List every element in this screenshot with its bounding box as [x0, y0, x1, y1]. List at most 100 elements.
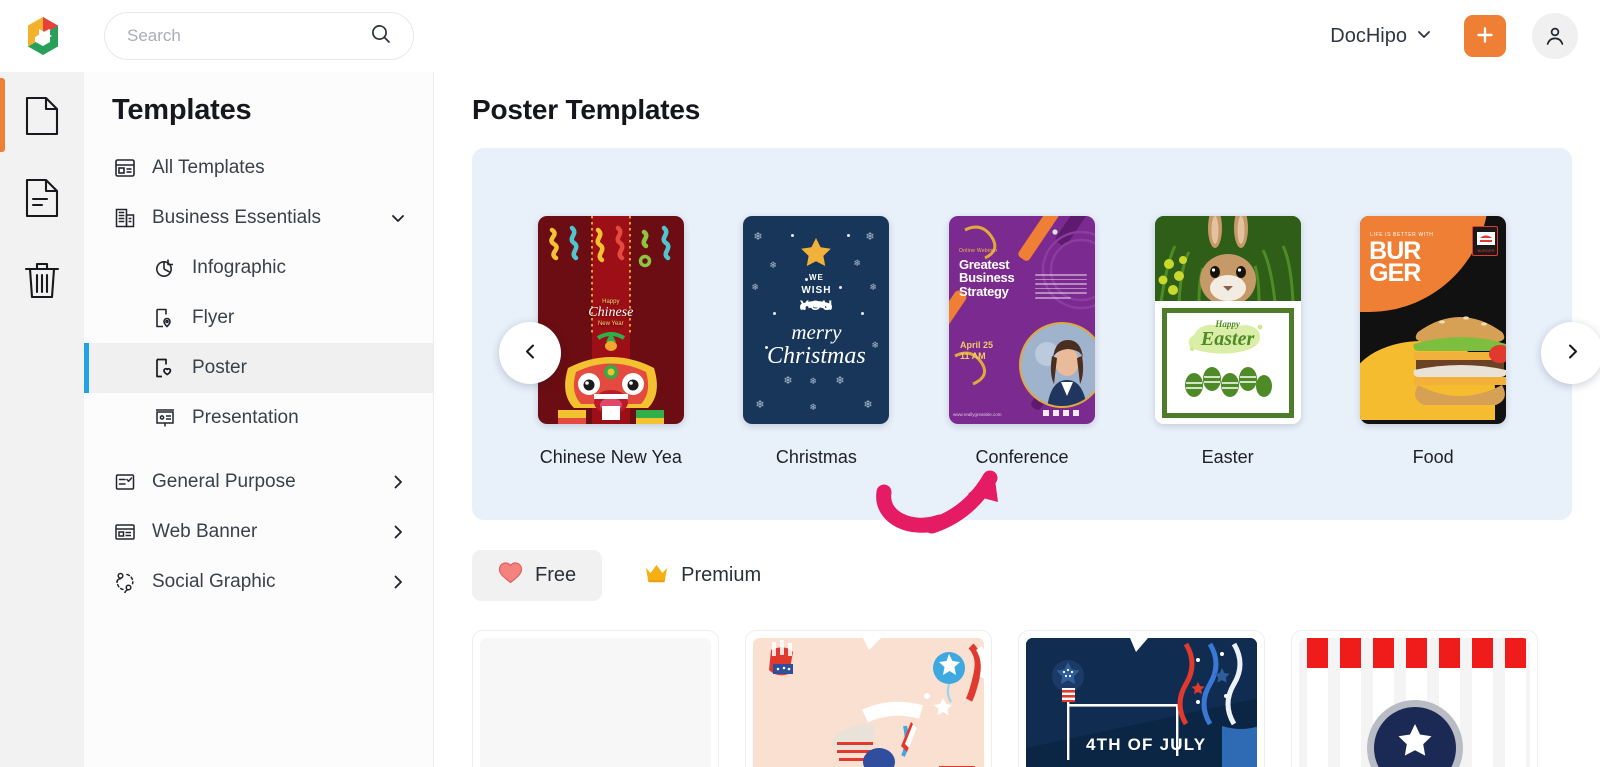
heart-icon — [498, 561, 523, 590]
template-card-4th-of-july[interactable]: 4TH OF JULY — [1018, 630, 1265, 767]
category-card-easter[interactable]: Happy Easter Easter — [1125, 216, 1331, 468]
price-filter-group: Free Premium — [472, 550, 1572, 601]
layout-grid-icon — [112, 157, 138, 179]
conference-date: April 25 11 AM — [960, 340, 993, 363]
chevron-right-icon — [1564, 343, 1581, 363]
sidebar-item-label: All Templates — [152, 157, 265, 178]
sidebar-item-infographic[interactable]: Infographic — [84, 243, 433, 293]
category-label: Food — [1412, 447, 1454, 467]
social-people-icon — [112, 571, 138, 593]
category-label: Easter — [1201, 447, 1254, 467]
carousel-track: Happy Chinese New Year Chinese New Yea ❄… — [472, 216, 1572, 468]
carousel-prev-button[interactable] — [499, 322, 561, 384]
filter-label: Free — [535, 564, 577, 586]
bunny-photo — [1154, 216, 1301, 302]
template-card-stripes-badge[interactable] — [1291, 630, 1538, 767]
sidebar-item-general-purpose[interactable]: General Purpose — [84, 457, 433, 507]
search-icon[interactable] — [369, 22, 393, 51]
sidebar-item-business-essentials[interactable]: Business Essentials — [84, 193, 433, 243]
rail-item-templates[interactable] — [14, 172, 70, 228]
search-box[interactable] — [104, 12, 414, 60]
template-card-blank[interactable] — [472, 630, 719, 767]
sidebar-item-flyer[interactable]: Flyer — [84, 293, 433, 343]
sidebar-item-web-banner[interactable]: Web Banner — [84, 507, 433, 557]
poster-heart-icon — [152, 357, 178, 379]
sidebar-item-label: General Purpose — [152, 471, 296, 492]
svg-text:www.reallygreatsite.com: www.reallygreatsite.com — [953, 412, 1002, 417]
category-card-food[interactable]: LIFE IS BETTER WITH BUR GER BURGER Food — [1330, 216, 1536, 468]
checklist-icon — [112, 471, 138, 493]
document-icon — [23, 95, 61, 142]
rail-item-trash[interactable] — [14, 254, 70, 310]
template-preview: 4TH OF JULY — [1026, 638, 1257, 767]
dochipo-logo-icon[interactable] — [20, 13, 66, 59]
food-logo-badge: BURGER — [1472, 226, 1499, 256]
svg-text:4TH OF JULY: 4TH OF JULY — [1086, 735, 1206, 754]
sidebar-item-presentation[interactable]: Presentation — [84, 393, 433, 443]
filter-free-button[interactable]: Free — [472, 550, 603, 601]
rail-item-documents[interactable] — [14, 90, 70, 146]
sidebar-item-label: Social Graphic — [152, 571, 276, 592]
conference-title: Greatest Business Strategy — [958, 257, 1015, 299]
category-label: Christmas — [775, 447, 857, 467]
template-thumbnail[interactable]: Happy Easter — [1154, 216, 1301, 424]
chevron-down-icon[interactable] — [1416, 25, 1432, 48]
xmas-line-4: merry — [791, 320, 842, 345]
app-body: Templates All Templates Business Essenti… — [0, 72, 1600, 767]
chevron-right-icon[interactable] — [389, 473, 407, 491]
sidebar-item-label: Presentation — [192, 407, 299, 428]
christmas-text: WE WISH YOU merry Christmas — [743, 273, 889, 369]
xmas-line-5: Christmas — [767, 342, 866, 369]
template-preview — [1299, 638, 1530, 767]
category-card-christmas[interactable]: ❄ ❄ ❄ ❄ ❄ ❄ ❄ ❄ ❄ ❄ ❄ ❄ ❄ WE WISH YOU me… — [714, 216, 920, 468]
cny-text: Happy Chinese New Year — [538, 299, 684, 327]
sidebar-item-social-graphic[interactable]: Social Graphic — [84, 557, 433, 607]
template-thumbnail[interactable]: Online Webinar Greatest Business Strategy … — [948, 216, 1095, 424]
chevron-right-icon[interactable] — [389, 523, 407, 541]
sidebar-item-all-templates[interactable]: All Templates — [84, 143, 433, 193]
template-grid: 4TH OF JULY — [472, 630, 1572, 767]
template-thumbnail[interactable]: Happy Chinese New Year — [537, 216, 684, 424]
building-icon — [112, 207, 138, 229]
template-preview — [753, 638, 984, 767]
pie-chart-icon — [152, 257, 178, 279]
conference-time-text: 11 AM — [959, 351, 986, 362]
flyer-pin-icon — [152, 307, 178, 329]
search-input[interactable] — [127, 26, 369, 46]
brand-label: DocHipo — [1330, 24, 1407, 47]
rail-active-indicator — [0, 78, 5, 152]
conference-artwork: Online Webinar Greatest Business Strategy … — [948, 216, 1095, 424]
filter-premium-button[interactable]: Premium — [618, 552, 787, 600]
template-thumbnail[interactable]: ❄ ❄ ❄ ❄ ❄ ❄ ❄ ❄ ❄ ❄ ❄ ❄ ❄ WE WISH YOU me… — [743, 216, 890, 424]
sidebar-item-label: Poster — [192, 357, 247, 378]
sidebar-item-poster[interactable]: Poster — [84, 343, 433, 393]
carousel-next-button[interactable] — [1541, 322, 1600, 384]
template-thumbnail[interactable]: LIFE IS BETTER WITH BUR GER BURGER — [1360, 216, 1507, 424]
chevron-down-icon[interactable] — [389, 209, 407, 227]
chevron-left-icon — [522, 343, 539, 363]
create-new-button[interactable] — [1464, 15, 1506, 57]
user-avatar-icon[interactable] — [1532, 13, 1578, 59]
web-banner-icon — [112, 521, 138, 543]
chevron-right-icon[interactable] — [389, 573, 407, 591]
food-title: BUR GER — [1369, 239, 1421, 287]
christmas-artwork: ❄ ❄ ❄ ❄ ❄ ❄ ❄ ❄ ❄ ❄ ❄ ❄ ❄ WE WISH YOU me… — [743, 216, 890, 424]
category-label: Chinese New Yea — [539, 447, 682, 467]
easter-artwork: Happy Easter — [1154, 216, 1301, 424]
food-title-line-2: GER — [1369, 259, 1421, 287]
category-carousel: Happy Chinese New Year Chinese New Yea ❄… — [472, 148, 1600, 534]
sidebar-title: Templates — [112, 94, 252, 126]
category-label: Conference — [975, 447, 1069, 467]
template-placeholder — [480, 638, 711, 767]
patriotic-artwork — [753, 638, 984, 767]
cny-script: Chinese — [588, 305, 634, 321]
template-card-patriotic[interactable] — [745, 630, 992, 767]
conference-body-lines — [1034, 274, 1087, 308]
category-card-conference[interactable]: Online Webinar Greatest Business Strategy … — [919, 216, 1125, 468]
main-content: Poster Templates Happy Chinese New Year … — [434, 72, 1600, 767]
document-lines-icon — [23, 177, 61, 224]
plus-icon — [1474, 24, 1496, 49]
brand-dropdown[interactable]: DocHipo — [1326, 19, 1436, 54]
july4-artwork: 4TH OF JULY — [1026, 638, 1257, 767]
cny-small-bottom: New Year — [597, 321, 624, 328]
